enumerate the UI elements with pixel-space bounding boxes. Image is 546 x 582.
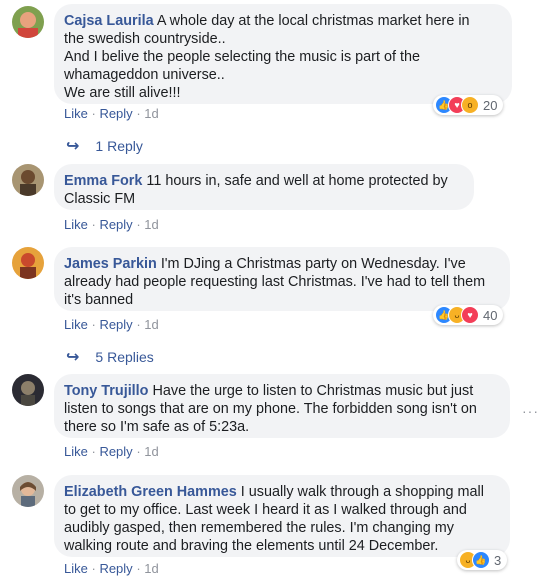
replies-count: 1 Reply (95, 138, 143, 154)
author-name[interactable]: Tony Trujillo (64, 383, 148, 399)
author-name[interactable]: Elizabeth Green Hammes (64, 484, 237, 500)
like-button[interactable]: Like (64, 444, 88, 459)
reply-arrow-icon: ↪ (66, 349, 80, 366)
avatar[interactable] (12, 164, 44, 196)
timestamp[interactable]: 1d (144, 317, 158, 332)
comment-text: And I belive the people selecting the mu… (64, 49, 420, 65)
author-name[interactable]: Cajsa Laurila (64, 13, 154, 29)
like-icon: 👍 (472, 551, 490, 569)
reply-button[interactable]: Reply (99, 106, 132, 121)
avatar[interactable] (12, 475, 44, 507)
reaction-count: 20 (483, 97, 498, 113)
reaction-count: 3 (494, 552, 502, 568)
comment-bubble: James Parkin I'm DJing a Christmas party… (54, 247, 510, 311)
comment-text: We are still alive!!! (64, 85, 181, 101)
comment-text: the swedish countryside.. (64, 31, 226, 47)
reply-arrow-icon: ↪ (66, 138, 80, 155)
comment-text: listen to songs that are on my phone. Th… (64, 401, 477, 417)
reply-button[interactable]: Reply (99, 317, 132, 332)
comment-text: it's banned (64, 292, 134, 308)
author-name[interactable]: Emma Fork (64, 173, 142, 189)
reaction-summary[interactable]: ᴗ 👍 3 (457, 550, 508, 570)
timestamp[interactable]: 1d (144, 106, 158, 121)
comment-text: I'm DJing a Christmas party on Wednesday… (160, 256, 466, 272)
comment-text: there so I'm safe as of 5:23a. (64, 419, 250, 435)
comment-text: to get to my office. Last week I heard i… (64, 502, 467, 518)
comment-text: I usually walk through a shopping mall (240, 484, 484, 500)
wow-icon: o (461, 96, 479, 114)
comment-text: audibly gasped, then remembered the rule… (64, 520, 454, 536)
comment-bubble: Cajsa Laurila A whole day at the local c… (54, 4, 512, 104)
comment-text: Have the urge to listen to Christmas mus… (152, 383, 474, 399)
like-button[interactable]: Like (64, 561, 88, 576)
view-replies-link[interactable]: ↪ 1 Reply (66, 136, 143, 156)
reaction-summary[interactable]: 👍 ♥ o 20 (433, 95, 504, 115)
comment-text: Classic FM (64, 191, 136, 207)
view-replies-link[interactable]: ↪ 5 Replies (66, 347, 154, 367)
comment-text: already had people requesting last Chris… (64, 274, 486, 290)
reply-button[interactable]: Reply (99, 444, 132, 459)
comment-text: A whole day at the local christmas marke… (156, 13, 470, 29)
like-button[interactable]: Like (64, 317, 88, 332)
reaction-summary[interactable]: 👍 ᴗ ♥ 40 (433, 305, 504, 325)
timestamp[interactable]: 1d (144, 217, 158, 232)
timestamp[interactable]: 1d (144, 561, 158, 576)
more-options-icon[interactable]: ··· (522, 403, 539, 419)
comment-bubble: Tony Trujillo Have the urge to listen to… (54, 374, 510, 438)
love-icon: ♥ (461, 306, 479, 324)
like-button[interactable]: Like (64, 106, 88, 121)
avatar[interactable] (12, 6, 44, 38)
replies-count: 5 Replies (95, 349, 154, 365)
reply-button[interactable]: Reply (99, 217, 132, 232)
comment-bubble: Elizabeth Green Hammes I usually walk th… (54, 475, 510, 557)
author-name[interactable]: James Parkin (64, 256, 157, 272)
reaction-count: 40 (483, 307, 498, 323)
comment-bubble: Emma Fork 11 hours in, safe and well at … (54, 164, 474, 210)
comment-text: whamageddon universe.. (64, 67, 225, 83)
like-button[interactable]: Like (64, 217, 88, 232)
comment-text: 11 hours in, safe and well at home prote… (146, 173, 448, 189)
avatar[interactable] (12, 247, 44, 279)
comment-text: walking route and braving the elements u… (64, 538, 439, 554)
timestamp[interactable]: 1d (144, 444, 158, 459)
avatar[interactable] (12, 374, 44, 406)
reply-button[interactable]: Reply (99, 561, 132, 576)
